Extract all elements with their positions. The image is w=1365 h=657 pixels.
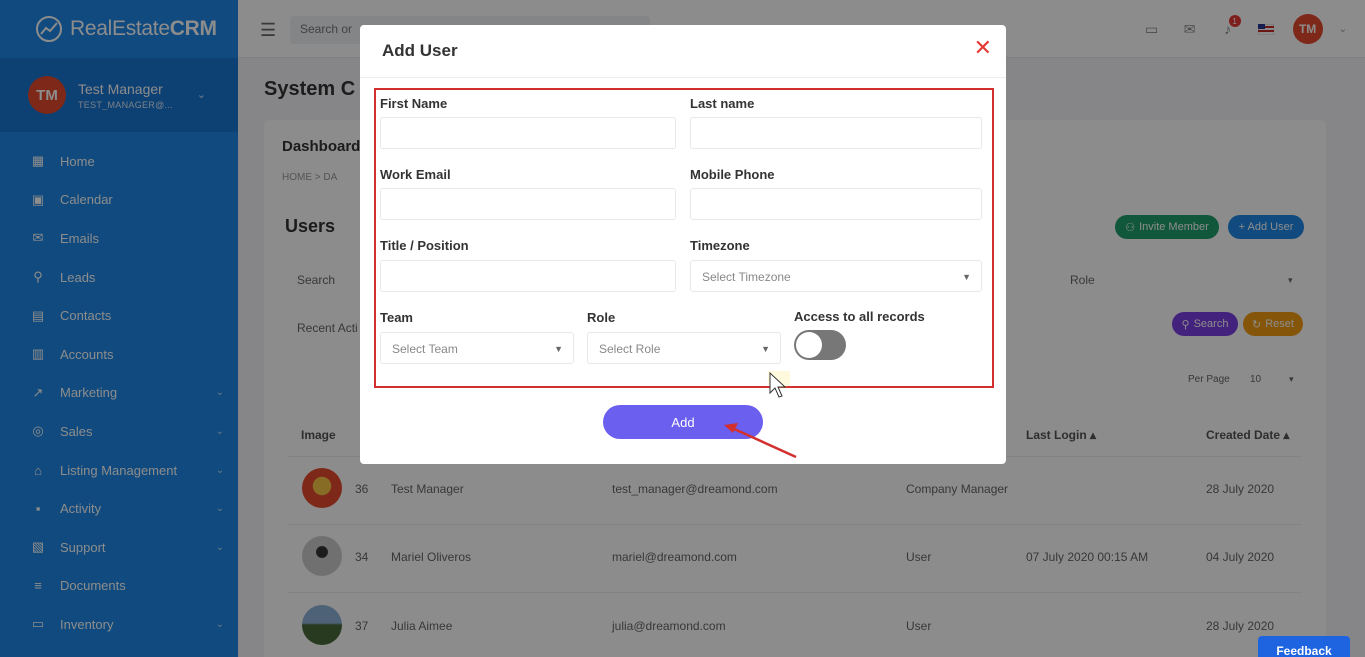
work-email-label: Work Email bbox=[380, 167, 451, 182]
last-name-field[interactable] bbox=[690, 117, 982, 149]
first-name-label: First Name bbox=[380, 96, 448, 111]
add-button[interactable]: Add bbox=[603, 405, 763, 439]
timezone-label: Timezone bbox=[690, 238, 750, 253]
caret-down-icon: ▼ bbox=[761, 344, 770, 354]
title-position-label: Title / Position bbox=[380, 238, 469, 253]
mobile-phone-label: Mobile Phone bbox=[690, 167, 775, 182]
modal-title: Add User bbox=[382, 41, 458, 60]
last-name-label: Last name bbox=[690, 96, 755, 111]
mouse-cursor-icon bbox=[768, 371, 790, 398]
feedback-button[interactable]: Feedback bbox=[1258, 636, 1350, 657]
role-label: Role bbox=[587, 310, 616, 325]
mobile-phone-field[interactable] bbox=[690, 188, 982, 220]
toggle-knob bbox=[796, 332, 822, 358]
access-all-records-toggle[interactable] bbox=[794, 330, 846, 360]
timezone-select[interactable]: Select Timezone ▼ bbox=[690, 260, 982, 292]
caret-down-icon: ▼ bbox=[962, 272, 971, 282]
title-position-field[interactable] bbox=[380, 260, 676, 292]
close-icon[interactable]: ✕ bbox=[974, 35, 992, 61]
role-select[interactable]: Select Role ▼ bbox=[587, 332, 781, 364]
access-all-records-label: Access to all records bbox=[794, 309, 925, 324]
team-select[interactable]: Select Team ▼ bbox=[380, 332, 574, 364]
caret-down-icon: ▼ bbox=[554, 344, 563, 354]
add-user-modal: Add User ✕ First Name Last name Work Ema… bbox=[360, 25, 1006, 464]
first-name-field[interactable] bbox=[380, 117, 676, 149]
work-email-field[interactable] bbox=[380, 188, 676, 220]
team-label: Team bbox=[380, 310, 413, 325]
